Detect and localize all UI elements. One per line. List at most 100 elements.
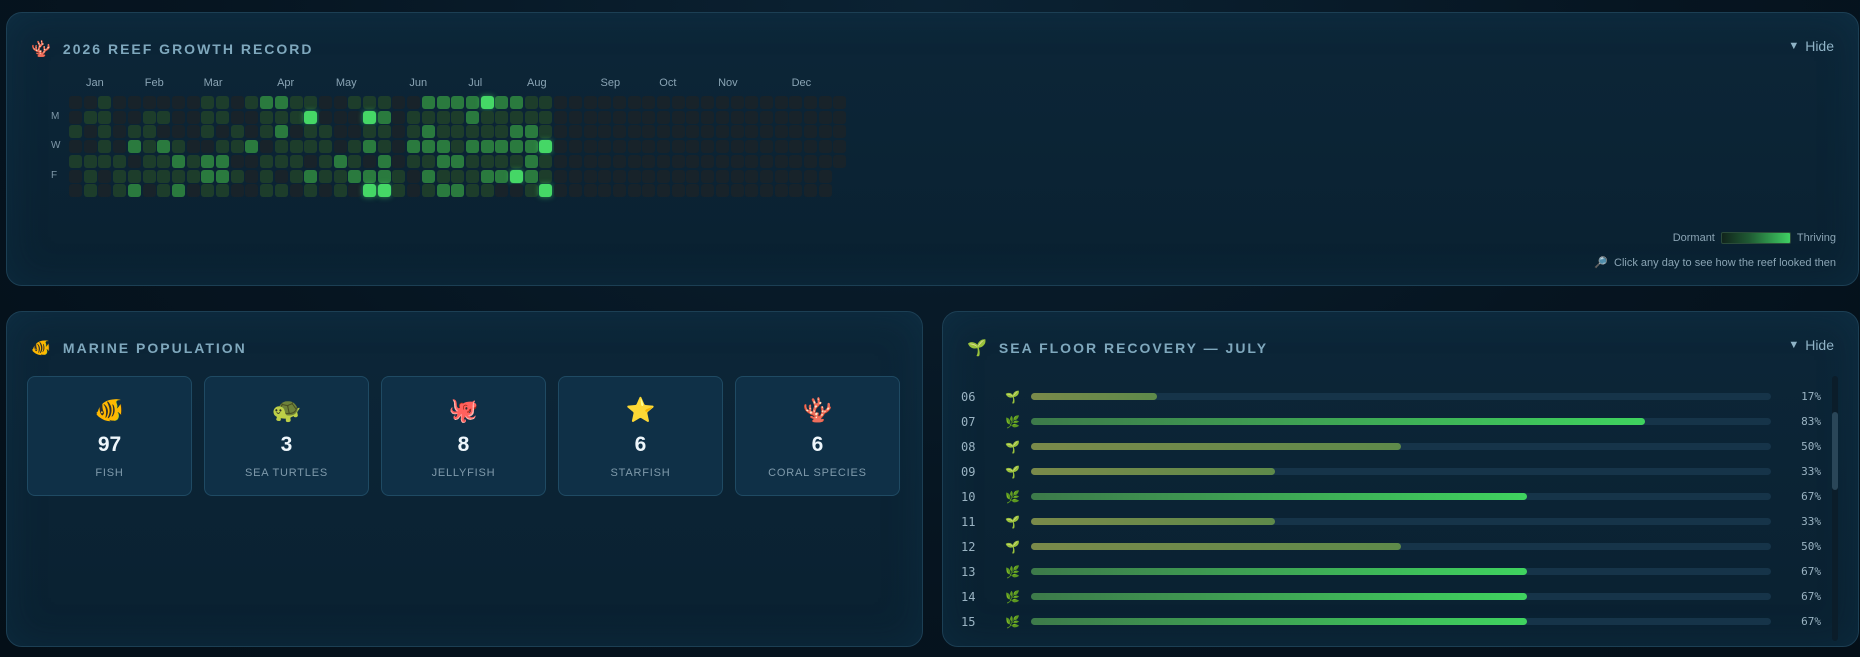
heatmap-day-cell[interactable]: [201, 154, 215, 168]
heatmap-day-cell[interactable]: [348, 140, 362, 154]
heatmap-day-cell[interactable]: [436, 140, 450, 154]
heatmap-day-cell[interactable]: [113, 169, 127, 183]
heatmap-day-cell[interactable]: [407, 140, 421, 154]
heatmap-day-cell[interactable]: [480, 110, 494, 124]
heatmap-day-cell[interactable]: [348, 125, 362, 139]
heatmap-day-cell[interactable]: [142, 125, 156, 139]
heatmap-day-cell[interactable]: [701, 110, 715, 124]
heatmap-day-cell[interactable]: [377, 96, 391, 109]
heatmap-day-cell[interactable]: [274, 96, 288, 109]
heatmap-day-cell[interactable]: [98, 96, 112, 109]
heatmap-day-cell[interactable]: [201, 125, 215, 139]
heatmap-day-cell[interactable]: [568, 169, 582, 183]
recovery-row[interactable]: 15 🌿 67%: [961, 609, 1821, 634]
heatmap-day-cell[interactable]: [142, 154, 156, 168]
heatmap-day-cell[interactable]: [774, 110, 788, 124]
heatmap-day-cell[interactable]: [113, 154, 127, 168]
heatmap-day-cell[interactable]: [495, 140, 509, 154]
heatmap-day-cell[interactable]: [745, 110, 759, 124]
heatmap-day-cell[interactable]: [759, 140, 773, 154]
heatmap-day-cell[interactable]: [201, 140, 215, 154]
heatmap-day-cell[interactable]: [759, 110, 773, 124]
heatmap-day-cell[interactable]: [186, 96, 200, 109]
heatmap-day-cell[interactable]: [333, 110, 347, 124]
heatmap-day-cell[interactable]: [333, 184, 347, 198]
heatmap-day-cell[interactable]: [818, 169, 832, 183]
heatmap-day-cell[interactable]: [216, 184, 229, 198]
heatmap-day-cell[interactable]: [701, 96, 715, 109]
heatmap-day-cell[interactable]: [554, 110, 568, 124]
heatmap-day-cell[interactable]: [274, 140, 288, 154]
heatmap-day-cell[interactable]: [524, 154, 538, 168]
heatmap-day-cell[interactable]: [333, 154, 347, 168]
heatmap-day-cell[interactable]: [642, 140, 656, 154]
heatmap-day-cell[interactable]: [113, 110, 127, 124]
heatmap-day-cell[interactable]: [774, 184, 788, 198]
heatmap-day-cell[interactable]: [715, 140, 729, 154]
heatmap-day-cell[interactable]: [568, 96, 582, 109]
heatmap-day-cell[interactable]: [245, 184, 259, 198]
heatmap-day-cell[interactable]: [818, 110, 832, 124]
heatmap-day-cell[interactable]: [421, 110, 435, 124]
heatmap-day-cell[interactable]: [627, 140, 641, 154]
heatmap-day-cell[interactable]: [774, 96, 788, 109]
heatmap-day-cell[interactable]: [598, 154, 612, 168]
recovery-scrollbar-thumb[interactable]: [1832, 412, 1838, 490]
heatmap-day-cell[interactable]: [568, 140, 582, 154]
heatmap-day-cell[interactable]: [318, 154, 332, 168]
heatmap-day-cell[interactable]: [774, 140, 788, 154]
heatmap-day-cell[interactable]: [554, 96, 568, 109]
heatmap-day-cell[interactable]: [480, 140, 494, 154]
heatmap-day-cell[interactable]: [510, 169, 523, 183]
heatmap-day-cell[interactable]: [333, 169, 347, 183]
recovery-row[interactable]: 13 🌿 67%: [961, 559, 1821, 584]
heatmap-day-cell[interactable]: [701, 125, 715, 139]
heatmap-day-cell[interactable]: [98, 184, 112, 198]
recovery-row[interactable]: 12 🌱 50%: [961, 534, 1821, 559]
heatmap-day-cell[interactable]: [745, 154, 759, 168]
heatmap-day-cell[interactable]: [833, 96, 847, 109]
heatmap-day-cell[interactable]: [407, 169, 421, 183]
heatmap-day-cell[interactable]: [818, 125, 832, 139]
heatmap-day-cell[interactable]: [804, 110, 817, 124]
heatmap-day-cell[interactable]: [804, 184, 817, 198]
heatmap-day-cell[interactable]: [245, 110, 259, 124]
heatmap-day-cell[interactable]: [686, 169, 700, 183]
heatmap-day-cell[interactable]: [627, 154, 641, 168]
heatmap-day-cell[interactable]: [201, 110, 215, 124]
heatmap-day-cell[interactable]: [348, 169, 362, 183]
heatmap-day-cell[interactable]: [701, 140, 715, 154]
heatmap-day-cell[interactable]: [465, 140, 479, 154]
heatmap-day-cell[interactable]: [495, 169, 509, 183]
heatmap-day-cell[interactable]: [583, 125, 597, 139]
heatmap-day-cell[interactable]: [583, 154, 597, 168]
heatmap-day-cell[interactable]: [598, 110, 612, 124]
heatmap-day-cell[interactable]: [436, 125, 450, 139]
heatmap-day-cell[interactable]: [245, 96, 259, 109]
heatmap-day-cell[interactable]: [730, 125, 744, 139]
heatmap-day-cell[interactable]: [583, 96, 597, 109]
heatmap-day-cell[interactable]: [421, 96, 435, 109]
heatmap-day-cell[interactable]: [671, 169, 685, 183]
heatmap-day-cell[interactable]: [451, 96, 465, 109]
heatmap-day-cell[interactable]: [245, 169, 259, 183]
heatmap-day-cell[interactable]: [671, 96, 685, 109]
recovery-list[interactable]: 06 🌱 17% 07 🌿 83% 08 🌱 50% 09 🌱 33% 10 🌿 67% 11 🌱 33% 12 🌱 5…: [961, 384, 1829, 634]
heatmap-day-cell[interactable]: [657, 96, 670, 109]
heatmap-day-cell[interactable]: [377, 110, 391, 124]
heatmap-day-cell[interactable]: [701, 154, 715, 168]
heatmap-day-cell[interactable]: [157, 125, 171, 139]
heatmap-day-cell[interactable]: [363, 96, 376, 109]
heatmap-day-cell[interactable]: [186, 125, 200, 139]
heatmap-day-cell[interactable]: [465, 169, 479, 183]
heatmap-day-cell[interactable]: [480, 184, 494, 198]
heatmap-day-cell[interactable]: [304, 169, 318, 183]
heatmap-day-cell[interactable]: [495, 184, 509, 198]
heatmap-day-cell[interactable]: [598, 125, 612, 139]
heatmap-day-cell[interactable]: [524, 169, 538, 183]
heatmap-day-cell[interactable]: [642, 184, 656, 198]
heatmap-day-cell[interactable]: [759, 96, 773, 109]
heatmap-day-cell[interactable]: [142, 110, 156, 124]
heatmap-day-cell[interactable]: [627, 96, 641, 109]
heatmap-day-cell[interactable]: [392, 96, 406, 109]
